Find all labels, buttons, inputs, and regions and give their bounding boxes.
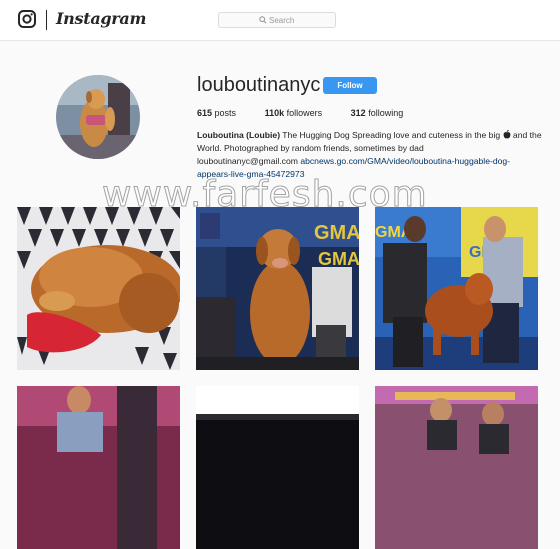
post-thumbnail[interactable]: GMA GMA	[375, 207, 538, 370]
instagram-wordmark[interactable]: Instagram	[56, 9, 146, 28]
bio-name: Louboutina (Loubie)	[197, 130, 281, 140]
instagram-camera-icon[interactable]	[18, 10, 36, 28]
profile-username: louboutinanyc	[197, 74, 321, 96]
bio-email: louboutinanyc@gmail.com	[197, 156, 298, 166]
bio-text: The Hugging Dog Spreading love and cuten…	[280, 130, 503, 140]
posts-stat: 615 posts	[197, 108, 236, 118]
following-label: following	[368, 108, 404, 118]
posts-label: posts	[214, 108, 237, 118]
logo-divider	[46, 10, 47, 30]
apple-icon	[503, 130, 510, 139]
profile-avatar[interactable]	[56, 75, 140, 159]
search-input[interactable]	[269, 14, 331, 26]
post-thumbnail[interactable]	[196, 386, 359, 549]
avatar-dog-photo	[56, 75, 140, 159]
followers-count: 110k	[264, 108, 285, 118]
post-thumbnail[interactable]	[17, 386, 180, 549]
post-thumbnail[interactable]: GMA GMA	[196, 207, 359, 370]
svg-text:GMA: GMA	[318, 249, 359, 269]
post-photo-man-on-stage	[17, 386, 180, 549]
follow-button[interactable]: Follow	[323, 77, 377, 94]
search-icon	[259, 16, 267, 24]
search-box[interactable]	[218, 12, 336, 28]
svg-text:GMA: GMA	[314, 222, 359, 244]
site-watermark: www.farfesh.com	[102, 174, 428, 216]
following-stat[interactable]: 312 following	[351, 108, 404, 118]
post-photo-studio-guests	[375, 386, 538, 549]
post-photo-dark-scene	[196, 386, 359, 549]
profile-stats: 615 posts 110k followers 312 following	[197, 108, 429, 118]
followers-label: followers	[286, 108, 323, 118]
top-navigation-bar: Instagram	[0, 0, 560, 41]
following-count: 312	[350, 108, 366, 118]
post-photo-dog-on-set: GMA GMA	[196, 207, 359, 370]
posts-count: 615	[197, 108, 213, 118]
followers-stat[interactable]: 110k followers	[265, 108, 323, 118]
post-thumbnail[interactable]	[17, 207, 180, 370]
post-thumbnail[interactable]	[375, 386, 538, 549]
post-photo-sleeping-dog	[17, 207, 180, 370]
post-photo-tv-hosts-with-dog: GMA GMA	[375, 207, 538, 370]
